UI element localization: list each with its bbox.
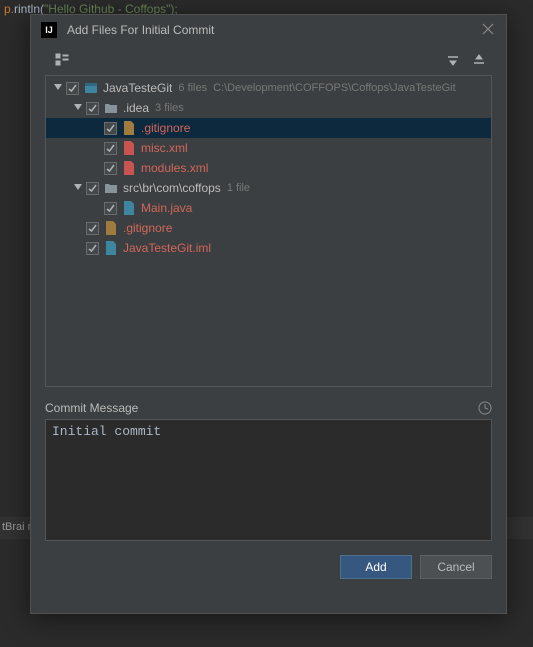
file-icon — [103, 220, 119, 236]
tree-file-row[interactable]: .gitignore — [46, 218, 491, 238]
tree-node-label: .gitignore — [141, 121, 190, 135]
file-tree: JavaTesteGit 6 files C:\Development\COFF… — [46, 76, 491, 260]
tree-node-label: JavaTesteGit.iml — [123, 241, 211, 255]
java-file-icon — [121, 200, 137, 216]
iml-file-icon — [103, 240, 119, 256]
tree-file-row[interactable]: modules.xml — [46, 158, 491, 178]
file-icon — [121, 120, 137, 136]
chevron-down-icon[interactable] — [72, 102, 84, 114]
xml-file-icon — [121, 160, 137, 176]
add-files-dialog: IJ Add Files For Initial Commit JavaTest… — [30, 14, 507, 614]
tree-node-label: JavaTesteGit — [103, 81, 172, 95]
xml-file-icon — [121, 140, 137, 156]
tree-node-label: .gitignore — [123, 221, 172, 235]
chevron-down-icon[interactable] — [52, 82, 64, 94]
tree-node-label: misc.xml — [141, 141, 188, 155]
tree-node-meta: 6 files — [178, 82, 207, 94]
folder-icon — [103, 100, 119, 116]
file-tree-panel: JavaTesteGit 6 files C:\Development\COFF… — [45, 75, 492, 387]
tree-folder-row[interactable]: .idea 3 files — [46, 98, 491, 118]
tree-node-label: src\br\com\coffops — [123, 181, 221, 195]
checkbox[interactable] — [104, 202, 117, 215]
expand-all-icon[interactable] — [442, 49, 464, 71]
tree-node-label: modules.xml — [141, 161, 208, 175]
checkbox[interactable] — [104, 162, 117, 175]
module-icon — [83, 80, 99, 96]
tree-node-label: Main.java — [141, 201, 192, 215]
chevron-down-icon[interactable] — [72, 182, 84, 194]
checkbox[interactable] — [104, 122, 117, 135]
app-icon: IJ — [41, 22, 57, 38]
history-icon[interactable] — [478, 401, 492, 415]
folder-icon — [103, 180, 119, 196]
checkbox[interactable] — [86, 242, 99, 255]
tree-node-label: .idea — [123, 101, 149, 115]
tree-node-path: C:\Development\COFFOPS\Coffops\JavaTeste… — [213, 82, 456, 94]
group-by-icon[interactable] — [51, 49, 73, 71]
cancel-button[interactable]: Cancel — [420, 555, 492, 579]
checkbox[interactable] — [86, 102, 99, 115]
toolbar — [31, 45, 506, 75]
add-button[interactable]: Add — [340, 555, 412, 579]
collapse-all-icon[interactable] — [468, 49, 490, 71]
checkbox[interactable] — [86, 222, 99, 235]
commit-section: Commit Message — [45, 401, 492, 541]
tree-folder-row[interactable]: src\br\com\coffops 1 file — [46, 178, 491, 198]
close-icon[interactable] — [482, 23, 496, 37]
tree-root-row[interactable]: JavaTesteGit 6 files C:\Development\COFF… — [46, 78, 491, 98]
dialog-title: Add Files For Initial Commit — [67, 23, 482, 37]
tree-file-row[interactable]: .gitignore — [46, 118, 491, 138]
tree-node-meta: 3 files — [155, 102, 184, 114]
commit-message-input[interactable] — [45, 419, 492, 541]
commit-header: Commit Message — [45, 401, 492, 415]
tree-file-row[interactable]: JavaTesteGit.iml — [46, 238, 491, 258]
tree-node-meta: 1 file — [227, 182, 250, 194]
checkbox[interactable] — [104, 142, 117, 155]
checkbox[interactable] — [86, 182, 99, 195]
button-bar: Add Cancel — [31, 541, 506, 593]
commit-label: Commit Message — [45, 401, 138, 415]
tree-file-row[interactable]: misc.xml — [46, 138, 491, 158]
tree-file-row[interactable]: Main.java — [46, 198, 491, 218]
titlebar: IJ Add Files For Initial Commit — [31, 15, 506, 45]
checkbox[interactable] — [66, 82, 79, 95]
